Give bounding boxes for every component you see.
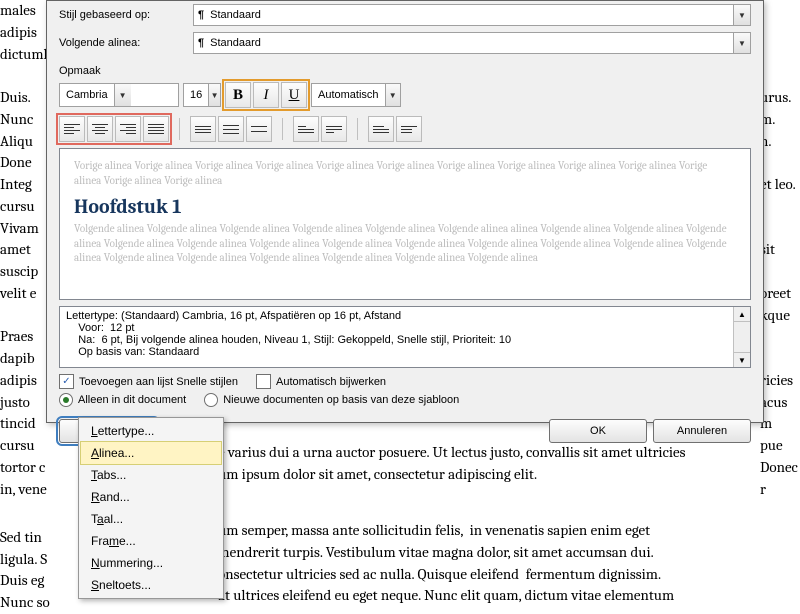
style-dialog: Stijl gebaseerd op: ¶ Standaard ▼ Volgen… <box>46 0 764 423</box>
font-size-select[interactable]: 16 ▼ <box>183 83 221 107</box>
font-color-value: Automatisch <box>312 89 385 101</box>
bold-button[interactable]: B <box>225 82 251 108</box>
doc-mid2: Sed tin ligula. S Duis eg Nunc so <box>0 505 50 614</box>
menu-frame[interactable]: Frame... <box>81 530 221 552</box>
font-name-select[interactable]: Cambria ▼ <box>59 83 179 107</box>
desc-line: Voor: 12 pt <box>66 322 744 334</box>
font-color-select[interactable]: Automatisch ▼ <box>311 83 401 107</box>
combo-next-para[interactable]: ¶ Standaard ▼ <box>193 32 751 54</box>
style-description: Lettertype: (Standaard) Cambria, 16 pt, … <box>59 306 751 368</box>
label-style-based: Stijl gebaseerd op: <box>59 9 187 21</box>
checkbox-auto-label: Automatisch bijwerken <box>276 376 386 388</box>
desc-line: Op basis van: Standaard <box>66 346 744 358</box>
menu-border-label: and... <box>100 490 130 504</box>
style-preview: Vorige alinea Vorige alinea Vorige aline… <box>59 148 751 300</box>
chevron-down-icon[interactable]: ▼ <box>385 84 400 106</box>
radio-doc-label: Alleen in dit document <box>78 394 186 406</box>
combo-style-based[interactable]: ¶ Standaard ▼ <box>193 4 751 26</box>
decrease-indent-button[interactable] <box>368 116 394 142</box>
scroll-down-icon[interactable]: ▼ <box>734 352 750 367</box>
scrollbar[interactable]: ▲ ▼ <box>733 307 750 367</box>
combo-style-based-value: Standaard <box>210 9 261 21</box>
row-style-based: Stijl gebaseerd op: ¶ Standaard ▼ <box>47 1 763 29</box>
chevron-down-icon[interactable]: ▼ <box>208 84 220 106</box>
ok-button[interactable]: OK <box>549 419 647 443</box>
checkbox-quick-styles[interactable]: ✓ Toevoegen aan lijst Snelle stijlen <box>59 374 238 389</box>
doc-col2: um semper, massa ante sollicitudin felis… <box>218 520 674 607</box>
separator <box>357 118 358 140</box>
checkbox-quick-label: Toevoegen aan lijst Snelle stijlen <box>79 376 238 388</box>
menu-lang-label: al... <box>104 512 123 526</box>
label-next-para: Volgende alinea: <box>59 37 187 49</box>
text-style-group: B I U <box>225 82 307 108</box>
underline-button[interactable]: U <box>281 82 307 108</box>
radio-row: Alleen in dit document Nieuwe documenten… <box>47 391 763 415</box>
radio-this-doc[interactable]: Alleen in dit document <box>59 393 186 407</box>
doc-left-col: males adipis dictuml Duis. Nunc Aliqu Do… <box>0 0 46 500</box>
chevron-down-icon[interactable]: ▼ <box>733 5 750 25</box>
menu-font-label: ettertype... <box>98 424 155 438</box>
line-spacing-1[interactable] <box>190 116 216 142</box>
cancel-button[interactable]: Annuleren <box>653 419 751 443</box>
section-format: Opmaak <box>47 57 763 79</box>
checkbox-auto-update[interactable]: Automatisch bijwerken <box>256 374 386 389</box>
radio-tmpl-label: Nieuwe documenten op basis van deze sjab… <box>223 394 459 406</box>
alignment-group <box>59 116 169 142</box>
preview-prev-text: Vorige alinea Vorige alinea Vorige aline… <box>74 159 736 189</box>
preview-next-text: Volgende alinea Volgende alinea Volgende… <box>74 222 736 267</box>
radio-icon <box>204 393 218 407</box>
menu-tabs-label: abs... <box>97 468 126 482</box>
menu-shortcut[interactable]: Sneltoets... <box>81 574 221 596</box>
align-justify-button[interactable] <box>143 116 169 142</box>
radio-template[interactable]: Nieuwe documenten op basis van deze sjab… <box>204 393 459 407</box>
desc-line: Na: 6 pt, Bij volgende alinea houden, Ni… <box>66 334 744 346</box>
checkbox-icon <box>256 374 271 389</box>
align-left-button[interactable] <box>59 116 85 142</box>
chevron-down-icon[interactable]: ▼ <box>114 84 131 106</box>
pilcrow-icon: ¶ <box>198 37 204 49</box>
radio-icon <box>59 393 73 407</box>
checkbox-icon: ✓ <box>59 374 74 389</box>
align-center-button[interactable] <box>87 116 113 142</box>
chevron-down-icon[interactable]: ▼ <box>733 33 750 53</box>
indent-group <box>368 116 422 142</box>
para-spacing-group <box>293 116 347 142</box>
separator <box>179 118 180 140</box>
increase-indent-button[interactable] <box>396 116 422 142</box>
menu-border[interactable]: Rand... <box>81 486 221 508</box>
combo-next-para-value: Standaard <box>210 37 261 49</box>
line-spacing-2[interactable] <box>246 116 272 142</box>
italic-button[interactable]: I <box>253 82 279 108</box>
font-name-value: Cambria <box>60 89 114 101</box>
para-space-after[interactable] <box>321 116 347 142</box>
menu-language[interactable]: Taal... <box>81 508 221 530</box>
line-spacing-group <box>190 116 272 142</box>
format-toolbar: Cambria ▼ 16 ▼ B I U Automatisch ▼ <box>47 79 763 111</box>
menu-numbering[interactable]: Nummering... <box>81 552 221 574</box>
para-space-before[interactable] <box>293 116 319 142</box>
align-right-button[interactable] <box>115 116 141 142</box>
line-spacing-15[interactable] <box>218 116 244 142</box>
desc-line: Lettertype: (Standaard) Cambria, 16 pt, … <box>66 310 744 322</box>
checkbox-row: ✓ Toevoegen aan lijst Snelle stijlen Aut… <box>47 368 763 391</box>
row-next-para: Volgende alinea: ¶ Standaard ▼ <box>47 29 763 57</box>
paragraph-toolbar <box>47 111 763 148</box>
preview-title: Hoofdstuk 1 <box>74 195 736 218</box>
menu-font[interactable]: Lettertype... <box>81 420 221 442</box>
format-menu: Lettertype... Alinea... Tabs... Rand... … <box>78 417 224 599</box>
menu-para-label: linea... <box>99 446 134 460</box>
font-size-value: 16 <box>184 89 208 101</box>
menu-paragraph[interactable]: Alinea... <box>81 442 221 464</box>
menu-frame-label: e... <box>119 534 136 548</box>
menu-tabs[interactable]: Tabs... <box>81 464 221 486</box>
menu-short-label: neltoets... <box>99 578 151 592</box>
pilcrow-icon: ¶ <box>198 9 204 21</box>
separator <box>282 118 283 140</box>
scroll-up-icon[interactable]: ▲ <box>734 307 750 322</box>
menu-num-label: ummering... <box>100 556 163 570</box>
doc-right-col: urus. m. n. et leo. sit oreet kque ricie… <box>760 0 798 500</box>
